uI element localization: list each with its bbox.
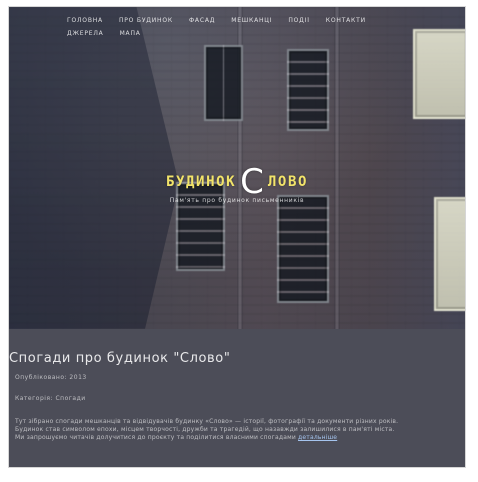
nav-item-residents[interactable]: Мешканці	[231, 17, 272, 24]
window	[287, 49, 329, 131]
site-tagline: Пам'ять про будинок письменників	[169, 197, 305, 204]
logo-text-right: ЛОВО	[267, 174, 309, 190]
logo-letter: С	[240, 162, 264, 202]
nav-item-map[interactable]: Мапа	[120, 30, 141, 37]
nav-item-facade[interactable]: Фасад	[189, 17, 215, 24]
article-title[interactable]: Спогади про будинок "Слово"	[9, 351, 453, 366]
nav-item-contacts[interactable]: Контакти	[326, 17, 366, 24]
nav-item-events[interactable]: Події	[288, 17, 309, 24]
excerpt-line: Будинок став символом епохи, місцем твор…	[15, 426, 395, 433]
read-more-link[interactable]: детальніше	[298, 434, 337, 441]
article-excerpt: Тут зібрано спогади мешканців та відвіду…	[15, 418, 455, 442]
window	[277, 195, 329, 303]
article-meta: Опубліковано: 2013	[15, 374, 87, 381]
excerpt-line: Ми запрошуємо читачів долучитися до проє…	[15, 434, 455, 442]
nav-item-about[interactable]: Про будинок	[119, 17, 173, 24]
hero: Головна Про будинок Фасад Мешканці Події…	[9, 7, 465, 329]
article: Спогади про будинок "Слово" Опубліковано…	[9, 351, 465, 442]
excerpt-line: Тут зібрано спогади мешканців та відвіду…	[15, 418, 399, 425]
site-logo[interactable]: БУДИНОК С ЛОВО	[165, 159, 309, 199]
content: Спогади про будинок "Слово" Опубліковано…	[9, 329, 465, 467]
site-branding: БУДИНОК С ЛОВО Пам'ять про будинок письм…	[9, 159, 465, 204]
article-category[interactable]: Категорія: Спогади	[15, 395, 459, 402]
top-navigation: Головна Про будинок Фасад Мешканці Події…	[67, 17, 387, 37]
excerpt-text: Ми запрошуємо читачів долучитися до проє…	[15, 434, 296, 441]
logo-text-left: БУДИНОК	[165, 174, 237, 190]
nav-item-home[interactable]: Головна	[67, 17, 103, 24]
window	[413, 29, 465, 119]
window	[434, 197, 465, 311]
page-frame: Головна Про будинок Фасад Мешканці Події…	[8, 6, 466, 468]
nav-item-sources[interactable]: Джерела	[67, 30, 104, 37]
window	[204, 45, 243, 121]
